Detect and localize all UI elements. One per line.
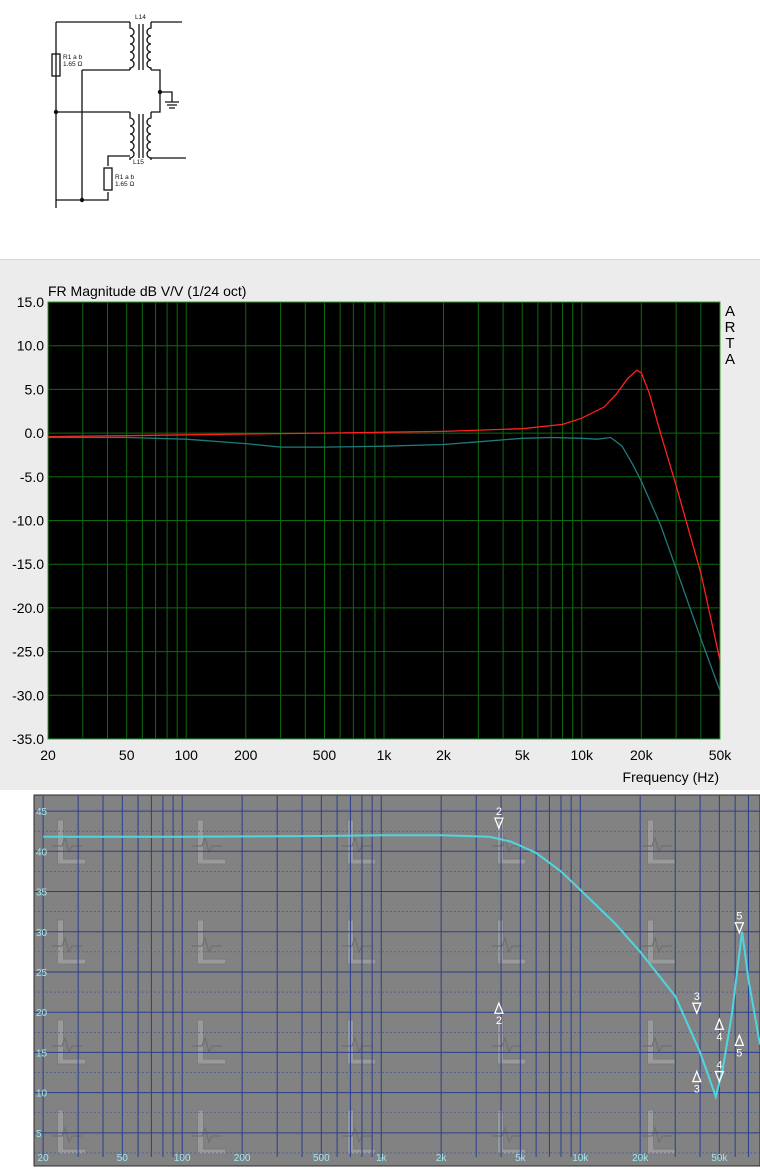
- analyzer-y-tick: 40: [36, 847, 48, 858]
- logo-watermark: L: [642, 1006, 678, 1078]
- inductor-l15-primary: [129, 112, 135, 160]
- x-tick-label: 2k: [436, 747, 452, 763]
- y-tick-label: -5.0: [20, 469, 44, 485]
- resistor-top-name: R1 a b: [63, 54, 83, 61]
- logo-watermark: L: [52, 1006, 88, 1078]
- marker-label: 4: [716, 1060, 722, 1072]
- y-tick-label: 15.0: [17, 294, 44, 310]
- watermark-letter: T: [725, 335, 734, 352]
- inductor-l14-primary: [129, 22, 135, 70]
- analyzer-x-tick: 20: [38, 1153, 50, 1164]
- x-tick-label: 200: [234, 747, 258, 763]
- watermark-letter: R: [725, 319, 736, 336]
- logo-watermark: L: [52, 806, 88, 878]
- analyzer-x-tick: 50: [117, 1153, 129, 1164]
- analyzer-x-tick: 10k: [572, 1153, 589, 1164]
- logo-watermark: L: [642, 806, 678, 878]
- y-tick-label: -35.0: [12, 731, 44, 747]
- x-tick-label: 20: [40, 747, 56, 763]
- analyzer-x-tick: 500: [313, 1153, 330, 1164]
- inductor-l15-secondary: [146, 112, 152, 160]
- resistor-bottom-body: [103, 167, 113, 191]
- analyzer-y-tick: 10: [36, 1089, 48, 1100]
- logo-watermark: L: [192, 1006, 228, 1078]
- analyzer-chart-svg: LLLLLLLLLLLLLLLLLLLL 5101520253035404520…: [33, 794, 760, 1168]
- x-tick-label: 10k: [570, 747, 594, 763]
- logo-watermark: L: [192, 806, 228, 878]
- x-tick-label: 100: [175, 747, 199, 763]
- x-axis-label: Frequency (Hz): [623, 769, 719, 785]
- analyzer-x-tick: 50k: [711, 1153, 728, 1164]
- x-tick-label: 50: [119, 747, 135, 763]
- y-tick-label: -15.0: [12, 556, 44, 572]
- watermark-letter: A: [725, 303, 735, 320]
- analyzer-x-tick: 200: [234, 1153, 251, 1164]
- y-tick-label: -20.0: [12, 600, 44, 616]
- analyzer-y-tick: 30: [36, 928, 48, 939]
- inductor-l15-core: [138, 114, 144, 158]
- analyzer-y-tick: 15: [36, 1048, 48, 1059]
- logo-watermark: L: [52, 1096, 88, 1167]
- arta-watermark: ARTA: [725, 303, 736, 368]
- marker-label: 4: [716, 1031, 722, 1043]
- analyzer-x-tick: 20k: [632, 1153, 649, 1164]
- x-tick-label: 50k: [709, 747, 733, 763]
- schematic-wire: [82, 192, 109, 201]
- resistor-bottom-name: R1 a b: [115, 174, 135, 181]
- inductor-l14-core: [138, 24, 144, 70]
- logo-watermark: L: [192, 1096, 228, 1167]
- schematic-wire: [107, 155, 130, 166]
- watermark-letter: A: [725, 351, 735, 368]
- ground-symbol: [165, 101, 179, 109]
- logo-watermark: L: [192, 906, 228, 978]
- logo-watermark: L: [52, 906, 88, 978]
- x-tick-label: 5k: [515, 747, 531, 763]
- x-tick-label: 20k: [630, 747, 654, 763]
- marker-label: 2: [496, 806, 502, 818]
- analyzer-x-tick: 5k: [515, 1153, 527, 1164]
- arta-chart-svg: FR Magnitude dB V/V (1/24 oct) 15.0 10.0 5…: [12, 283, 736, 785]
- y-tick-label: 0.0: [25, 425, 45, 441]
- x-tick-label: 500: [313, 747, 337, 763]
- analyzer-y-tick: 25: [36, 968, 48, 979]
- analyzer-y-tick: 20: [36, 1008, 48, 1019]
- analyzer-screenshot-panel: LLLLLLLLLLLLLLLLLLLL 5 10 15 20 25 30 35 40 45 20…: [0, 794, 760, 1168]
- analyzer-y-tick: 45: [36, 807, 48, 818]
- analyzer-y-tick: 35: [36, 888, 48, 899]
- analyzer-x-tick: 1k: [376, 1153, 388, 1164]
- y-tick-label: 5.0: [25, 381, 45, 397]
- inductor-bottom-label: L15: [133, 159, 144, 166]
- marker-label: 2: [496, 1015, 502, 1027]
- schematic-wire: [160, 91, 173, 102]
- marker-label: 3: [694, 991, 700, 1003]
- schematic-svg: L14 L15 R1 a b 1.65 Ω R1 a b 1.65 Ω: [51, 14, 186, 208]
- marker-label: 5: [736, 1047, 742, 1059]
- resistor-top-value: 1.65 Ω: [63, 61, 82, 68]
- analyzer-y-tick: 5: [36, 1129, 42, 1140]
- inductor-top-label: L14: [135, 14, 146, 21]
- chart-title: FR Magnitude dB V/V (1/24 oct): [48, 283, 246, 299]
- marker-label: 5: [736, 911, 742, 923]
- marker-label: 3: [694, 1084, 700, 1096]
- y-tick-label: -10.0: [12, 513, 44, 529]
- analyzer-x-tick: 100: [174, 1153, 191, 1164]
- y-tick-label: 10.0: [17, 338, 44, 354]
- resistor-bottom-value: 1.65 Ω: [115, 181, 134, 188]
- analyzer-x-tick: 2k: [436, 1153, 448, 1164]
- y-tick-label: -30.0: [12, 687, 44, 703]
- arta-frequency-response-panel: FR Magnitude dB V/V (1/24 oct) 15.0 10.0 5…: [0, 259, 760, 791]
- logo-watermark: L: [642, 906, 678, 978]
- x-tick-label: 1k: [377, 747, 393, 763]
- logo-watermark: L: [492, 906, 528, 978]
- transformer-schematic: L14 L15 R1 a b 1.65 Ω R1 a b 1.65 Ω: [0, 0, 760, 258]
- inductor-l14-secondary: [146, 22, 152, 70]
- y-tick-label: -25.0: [12, 644, 44, 660]
